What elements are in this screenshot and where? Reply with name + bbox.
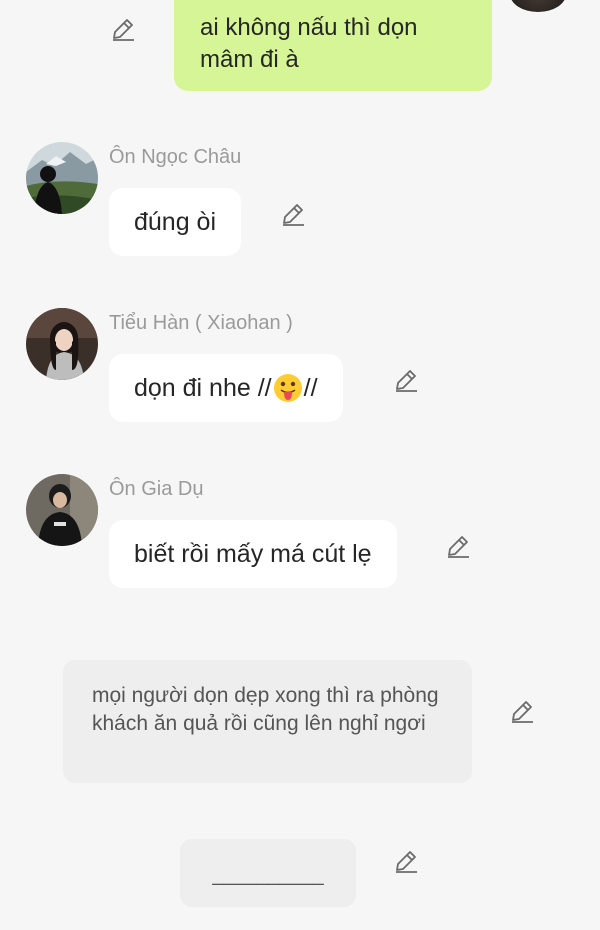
edit-message-icon[interactable]	[280, 201, 306, 227]
message-bubble[interactable]: biết rồi mấy má cút lẹ	[109, 520, 397, 588]
edit-divider-icon[interactable]	[393, 848, 419, 874]
sender-name: Ôn Ngọc Châu	[109, 146, 242, 168]
divider-text: __________	[212, 863, 324, 886]
tongue-out-emoji-icon	[273, 373, 303, 403]
edit-message-icon[interactable]	[393, 367, 419, 393]
edit-narration-icon[interactable]	[509, 698, 535, 724]
message-text: đúng òi	[134, 207, 217, 236]
message-bubble[interactable]: đúng òi	[109, 188, 242, 256]
message-bubble[interactable]: dọn đi nhe // //	[109, 354, 343, 422]
message-text: dọn đi nhe //	[134, 373, 272, 402]
sender-name: Tiểu Hàn ( Xiaohan )	[109, 312, 293, 334]
avatar-tieu-han[interactable]	[26, 308, 98, 380]
narration-text: mọi người dọn dẹp xong thì ra phòng khác…	[92, 684, 439, 735]
own-message-text: ai không nấu thì dọn mâm đi à	[200, 14, 418, 73]
edit-message-icon[interactable]	[445, 533, 471, 559]
avatar-on-gia-du[interactable]	[26, 474, 98, 546]
divider-bubble[interactable]: __________	[180, 839, 356, 907]
edit-own-message-icon[interactable]	[110, 16, 136, 42]
message-text: biết rồi mấy má cút lẹ	[134, 539, 372, 568]
own-message-bubble[interactable]: ai không nấu thì dọn mâm đi à	[174, 0, 492, 91]
message-text: //	[303, 373, 318, 402]
sender-name: Ôn Gia Dụ	[109, 478, 204, 500]
narration-bubble[interactable]: mọi người dọn dẹp xong thì ra phòng khác…	[63, 660, 472, 783]
own-avatar[interactable]	[510, 0, 566, 12]
avatar-on-ngoc-chau[interactable]	[26, 142, 98, 214]
